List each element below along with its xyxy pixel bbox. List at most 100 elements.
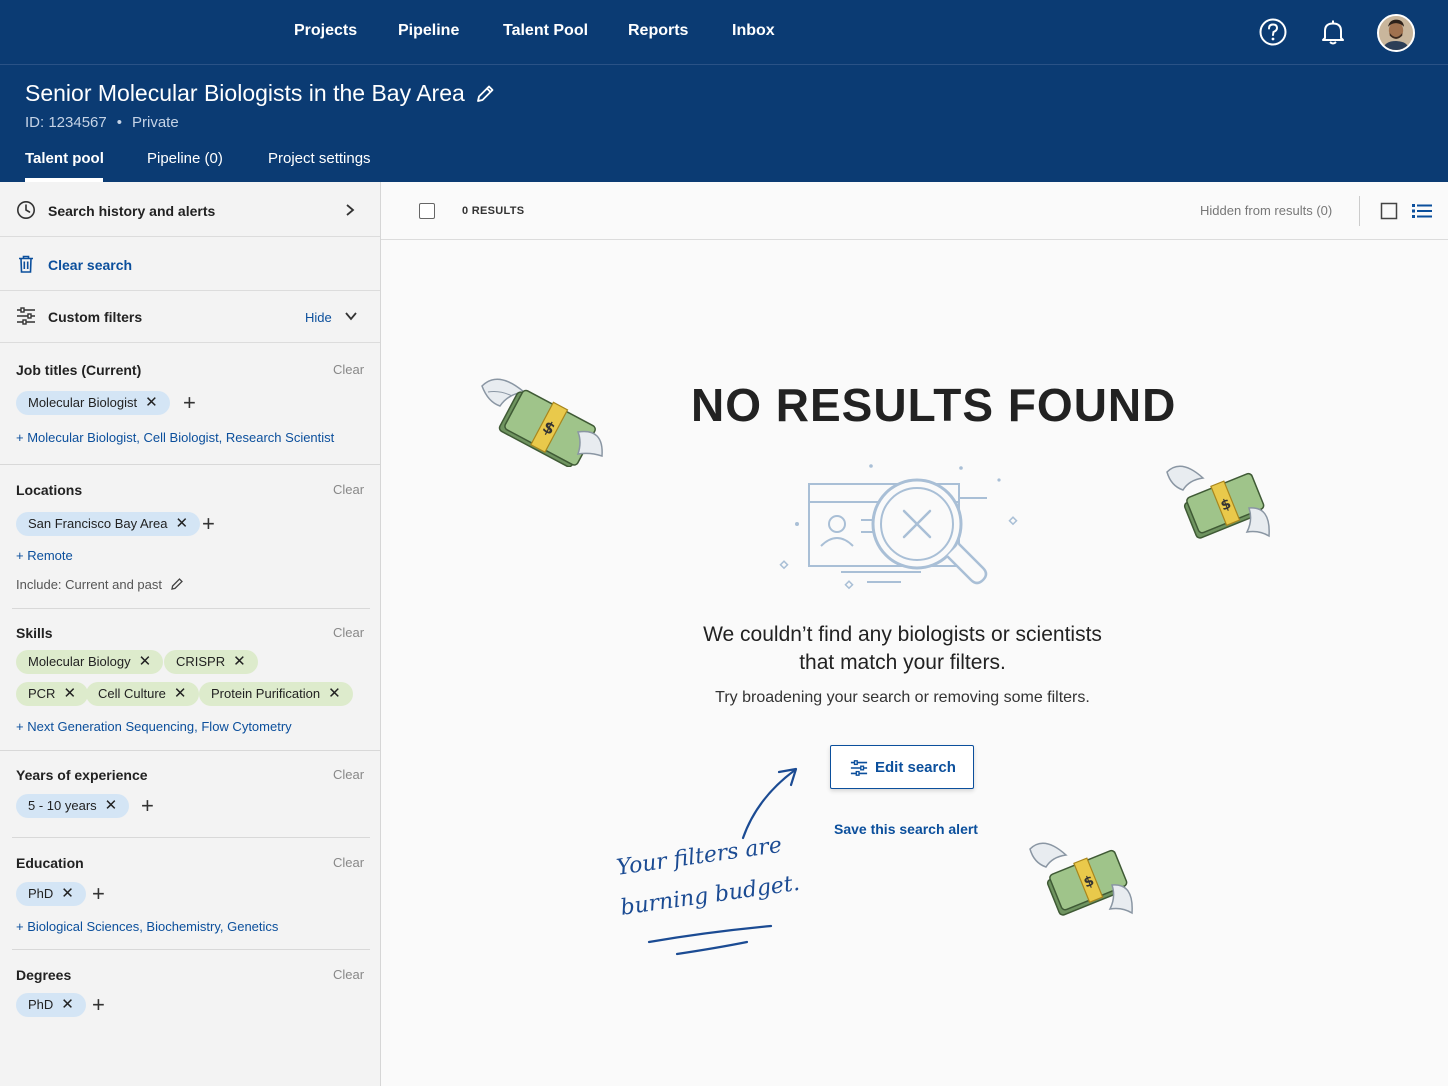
toolbar-divider <box>1359 196 1360 226</box>
edit-search-button[interactable]: Edit search <box>830 745 974 789</box>
job-titles-title: Job titles (Current) <box>16 362 142 378</box>
chip-label: San Francisco Bay Area <box>28 516 168 531</box>
remove-chip-icon[interactable]: ✕ <box>61 885 74 902</box>
filter-chip: Cell Culture ✕ <box>86 682 199 706</box>
project-visibility: Private <box>132 114 179 131</box>
avatar[interactable] <box>1377 14 1415 52</box>
filter-chip: Molecular Biologist ✕ <box>16 391 170 415</box>
sliders-icon <box>17 307 35 325</box>
locations-section: Locations Clear San Francisco Bay Area ✕ … <box>0 465 380 607</box>
locations-include: Include: Current and past <box>16 577 184 592</box>
trash-icon <box>19 255 33 273</box>
tab-project-settings[interactable]: Project settings <box>268 150 371 167</box>
custom-filters-row: Custom filters Hide <box>0 290 380 343</box>
pencil-icon[interactable] <box>170 577 184 591</box>
filter-chip: PhD ✕ <box>16 882 86 906</box>
chip-label: Protein Purification <box>211 686 321 701</box>
remove-chip-icon[interactable]: ✕ <box>63 685 76 702</box>
chevron-down-icon[interactable] <box>344 309 358 323</box>
nav-reports[interactable]: Reports <box>628 22 688 40</box>
nav-talent-pool[interactable]: Talent Pool <box>503 22 588 40</box>
nav-projects[interactable]: Projects <box>294 22 357 40</box>
list-view-icon[interactable] <box>1412 202 1432 220</box>
results-toolbar: 0 RESULTS Hidden from results (0) <box>381 182 1448 240</box>
job-titles-suggestions[interactable]: + Molecular Biologist, Cell Biologist, R… <box>16 430 334 445</box>
card-view-icon[interactable] <box>1380 202 1398 220</box>
message-line-2: that match your filters. <box>799 651 1006 674</box>
custom-filters-label: Custom filters <box>48 309 143 325</box>
search-history-label: Search history and alerts <box>48 203 216 219</box>
education-suggestions[interactable]: + Biological Sciences, Biochemistry, Gen… <box>16 919 278 934</box>
locations-clear[interactable]: Clear <box>333 482 364 497</box>
results-panel: 0 RESULTS Hidden from results (0) $ $ $ … <box>381 182 1448 1086</box>
nav-inbox[interactable]: Inbox <box>732 22 775 40</box>
degrees-title: Degrees <box>16 967 72 983</box>
results-count: 0 RESULTS <box>462 205 525 217</box>
remove-chip-icon[interactable]: ✕ <box>175 515 188 532</box>
chip-label: PCR <box>28 686 56 701</box>
add-job-title-button[interactable]: + <box>183 392 196 414</box>
app-header: Projects Pipeline Talent Pool Reports In… <box>0 0 1448 182</box>
locations-suggestions[interactable]: + Remote <box>16 548 73 563</box>
separator-dot: • <box>116 114 122 131</box>
add-experience-button[interactable]: + <box>141 795 154 817</box>
remove-chip-icon[interactable]: ✕ <box>328 685 341 702</box>
no-results-message: We couldn’t find any biologists or scien… <box>381 621 1424 677</box>
save-search-alert-link[interactable]: Save this search alert <box>834 821 978 837</box>
pencil-icon[interactable] <box>474 83 496 105</box>
remove-chip-icon[interactable]: ✕ <box>145 394 158 411</box>
annotation-line-1: Your filters are <box>615 832 784 881</box>
search-history-row[interactable]: Search history and alerts <box>0 184 380 237</box>
no-results-hint: Try broadening your search or removing s… <box>715 689 1090 706</box>
filter-chip: Protein Purification ✕ <box>199 682 353 706</box>
clear-search-row[interactable]: Clear search <box>0 238 380 291</box>
remove-chip-icon[interactable]: ✕ <box>139 653 152 670</box>
sliders-icon <box>850 760 868 776</box>
filter-chip: Molecular Biology ✕ <box>16 650 164 674</box>
project-id: ID: 1234567 <box>25 114 107 131</box>
skills-clear[interactable]: Clear <box>333 625 364 640</box>
remove-chip-icon[interactable]: ✕ <box>174 685 187 702</box>
add-location-button[interactable]: + <box>202 513 215 535</box>
project-title: Senior Molecular Biologists in the Bay A… <box>25 80 465 106</box>
select-all-checkbox[interactable] <box>419 203 435 219</box>
filter-chip: CRISPR ✕ <box>164 650 258 674</box>
experience-title: Years of experience <box>16 767 148 783</box>
tab-pipeline[interactable]: Pipeline (0) <box>147 150 223 167</box>
chevron-right-icon <box>346 204 355 216</box>
filter-chip: San Francisco Bay Area ✕ <box>16 512 201 536</box>
experience-section: Years of experience Clear 5 - 10 years ✕ … <box>0 751 380 837</box>
remove-chip-icon[interactable]: ✕ <box>105 797 118 814</box>
chip-label: 5 - 10 years <box>28 798 97 813</box>
annotation-line-2: burning budget. <box>619 870 802 921</box>
skills-suggestions[interactable]: + Next Generation Sequencing, Flow Cytom… <box>16 719 292 734</box>
edit-search-label: Edit search <box>875 759 956 776</box>
education-section: Education Clear PhD ✕ + + Biological Scie… <box>0 838 380 949</box>
underline-scribble-icon <box>647 924 773 956</box>
job-titles-clear[interactable]: Clear <box>333 362 364 377</box>
experience-clear[interactable]: Clear <box>333 767 364 782</box>
message-line-1: We couldn’t find any biologists or scien… <box>703 623 1102 646</box>
skills-section: Skills Clear Molecular Biology ✕ CRISPR ✕ … <box>0 609 380 750</box>
degrees-clear[interactable]: Clear <box>333 967 364 982</box>
filter-chip: PCR ✕ <box>16 682 89 706</box>
education-clear[interactable]: Clear <box>333 855 364 870</box>
tab-talent-pool[interactable]: Talent pool <box>25 150 104 167</box>
remove-chip-icon[interactable]: ✕ <box>233 653 246 670</box>
chip-label: PhD <box>28 997 54 1012</box>
job-titles-section: Job titles (Current) Clear Molecular Bio… <box>0 344 380 464</box>
chip-label: Molecular Biology <box>28 654 131 669</box>
hidden-from-results-link[interactable]: Hidden from results (0) <box>1200 203 1332 218</box>
hide-filters-link[interactable]: Hide <box>305 310 332 325</box>
nav-pipeline[interactable]: Pipeline <box>398 22 459 40</box>
arrow-annotation-icon <box>741 767 798 840</box>
filter-chip: 5 - 10 years ✕ <box>16 794 130 818</box>
add-degree-button[interactable]: + <box>92 994 105 1016</box>
no-results-title: NO RESULTS FOUND <box>691 379 1177 431</box>
add-education-button[interactable]: + <box>92 883 105 905</box>
bell-icon[interactable] <box>1317 16 1349 48</box>
skills-title: Skills <box>16 625 53 641</box>
locations-title: Locations <box>16 482 83 498</box>
remove-chip-icon[interactable]: ✕ <box>61 996 74 1013</box>
help-circle-icon[interactable] <box>1257 16 1289 48</box>
